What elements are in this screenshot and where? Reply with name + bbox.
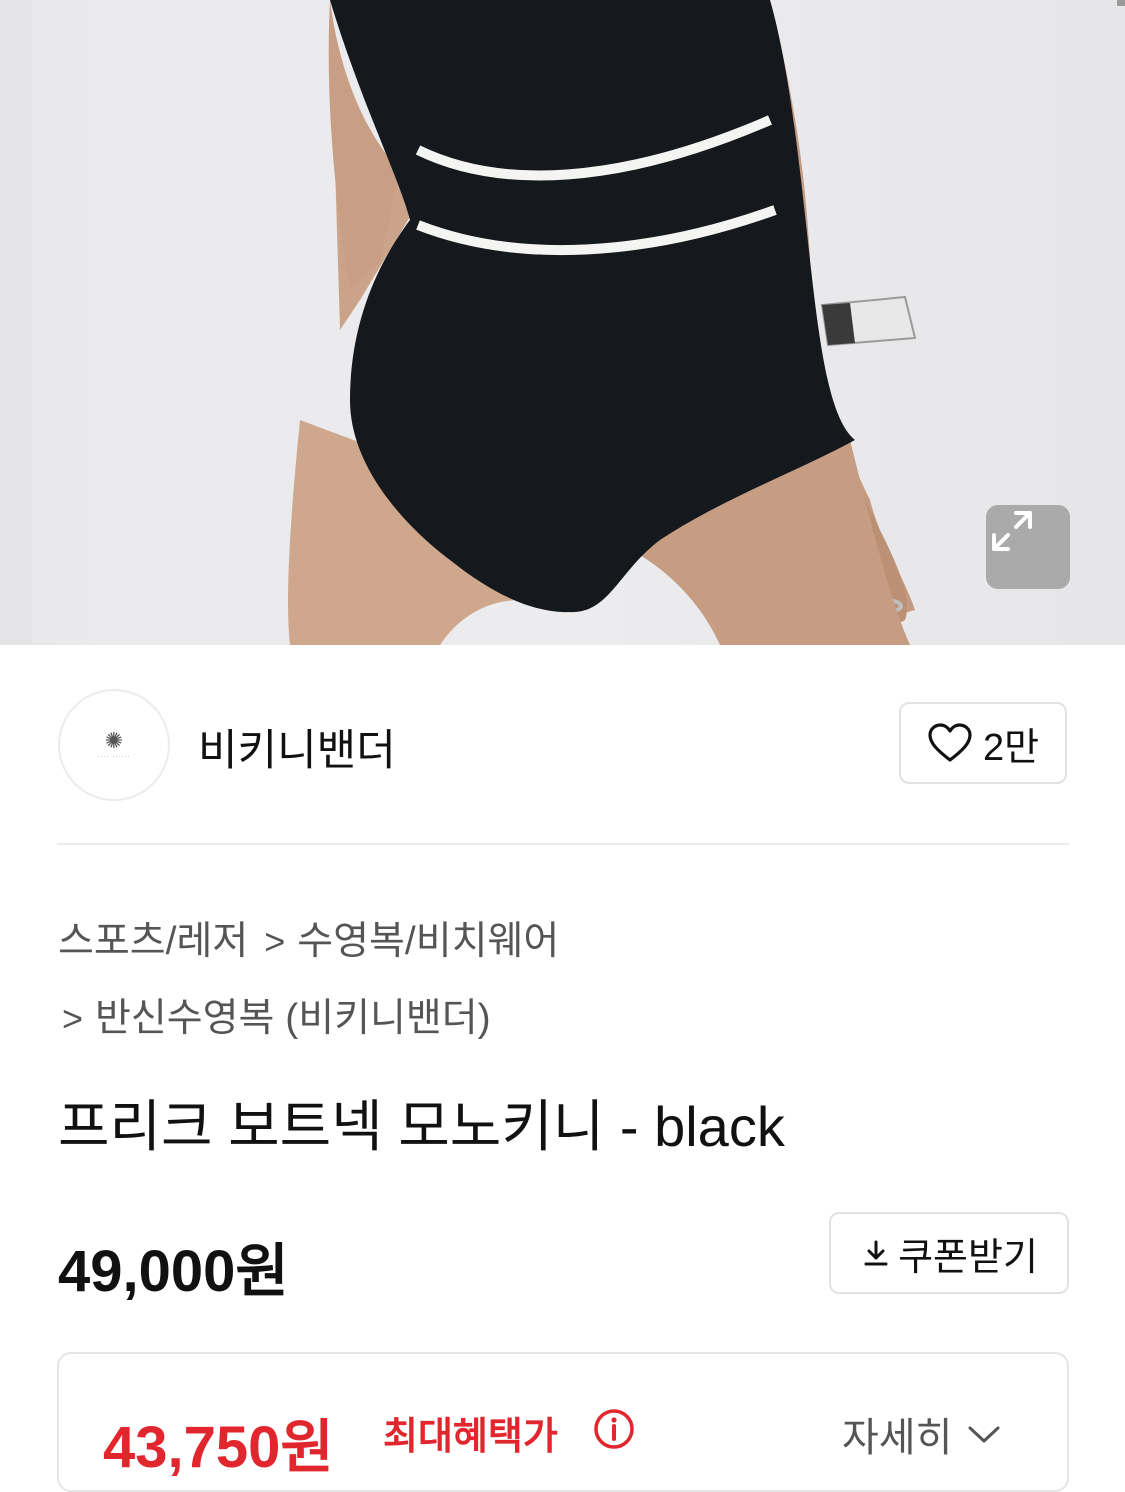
expand-image-button[interactable] (986, 505, 1070, 589)
download-icon (864, 1240, 888, 1266)
breadcrumb-separator: > (264, 921, 286, 962)
max-benefit-label: 최대혜택가 (383, 1416, 558, 1458)
breadcrumb-line-2: > 반신수영복 (비키니밴더) (62, 987, 491, 1043)
coupon-button[interactable]: 쿠폰받기 (829, 1212, 1069, 1294)
breadcrumb-item-half-swimsuit[interactable]: 반신수영복 (비키니밴더) (95, 997, 491, 1040)
info-icon[interactable] (592, 1407, 636, 1451)
breadcrumb-item-swimwear[interactable]: 수영복/비치웨어 (297, 920, 559, 963)
coupon-label: 쿠폰받기 (898, 1236, 1038, 1279)
breadcrumb-separator: > (62, 998, 84, 1039)
like-count: 2만 (982, 726, 1040, 769)
heart-icon (928, 723, 972, 762)
expand-icon (992, 511, 1032, 551)
chevron-down-icon (968, 1426, 1000, 1443)
product-photo (0, 0, 917, 645)
seller-name[interactable]: 비키니밴더 (198, 716, 396, 778)
seller-logo-mark-icon: ✺ (104, 728, 124, 753)
scroll-indicator (1117, 0, 1125, 6)
divider (57, 843, 1069, 845)
breadcrumb-item-sports[interactable]: 스포츠/레저 (58, 920, 248, 963)
product-image[interactable] (0, 0, 1125, 645)
max-benefit-price: 43,750원 (103, 1415, 334, 1480)
like-button[interactable]: 2만 (899, 702, 1067, 784)
detail-link[interactable]: 자세히 (842, 1405, 1002, 1463)
product-price: 49,000원 (58, 1239, 289, 1304)
product-title: 프리크 보트넥 모노키니 - black (58, 1095, 785, 1158)
detail-label: 자세히 (842, 1416, 953, 1460)
seller-logo[interactable]: ✺ ···· ······ (58, 689, 170, 801)
breadcrumb: 스포츠/레저 > 수영복/비치웨어 (58, 910, 559, 966)
seller-logo-wordmark: ···· ······ (97, 754, 131, 760)
